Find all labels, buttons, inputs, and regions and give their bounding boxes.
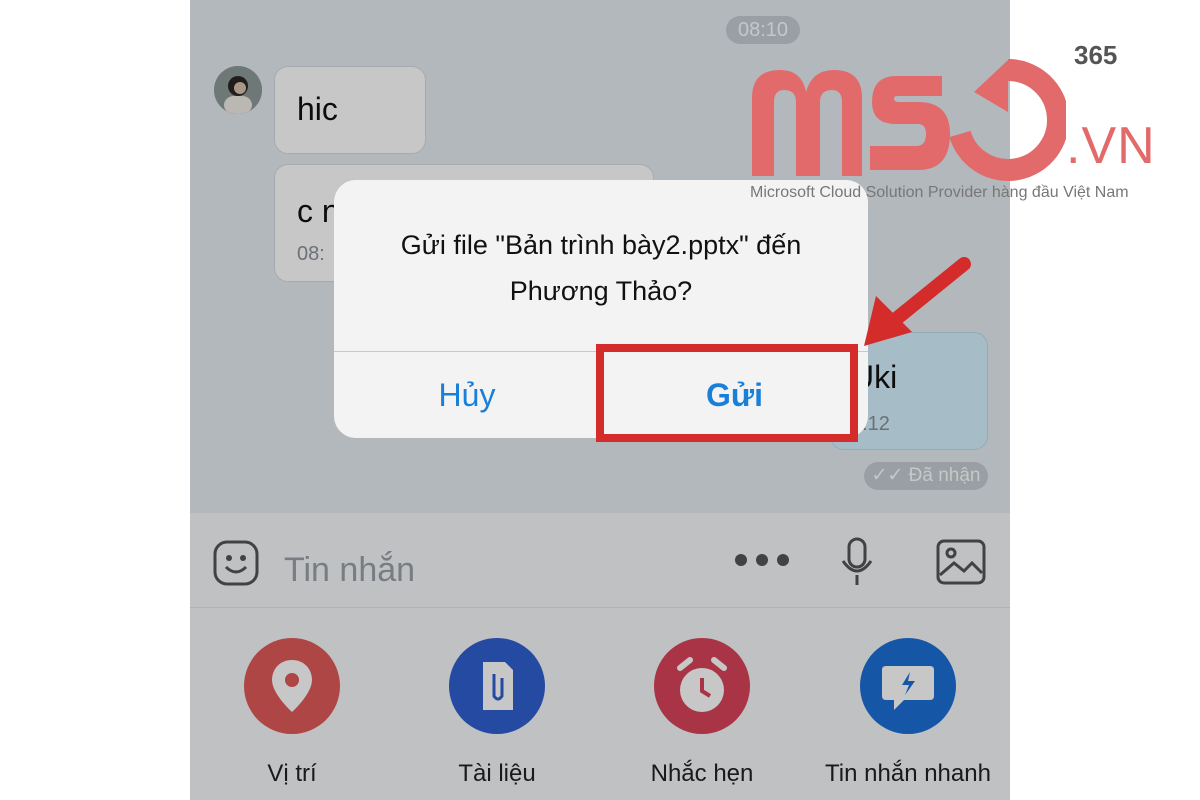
highlight-box [596, 344, 858, 442]
logo-superscript: 365 [1074, 40, 1118, 70]
brand-tagline: Microsoft Cloud Solution Provider hàng đ… [750, 184, 1129, 201]
logo-domain: .VN [1066, 117, 1156, 175]
dialog-message: Gửi file "Bản trình bày2.pptx" đến Phươn… [400, 230, 802, 306]
brand-logo: 365 .VN Microsoft Cloud Solution Provide… [746, 40, 1166, 210]
cancel-button[interactable]: Hủy [334, 352, 600, 438]
mso-logo-icon [752, 59, 1066, 181]
red-arrow-icon [864, 257, 971, 346]
